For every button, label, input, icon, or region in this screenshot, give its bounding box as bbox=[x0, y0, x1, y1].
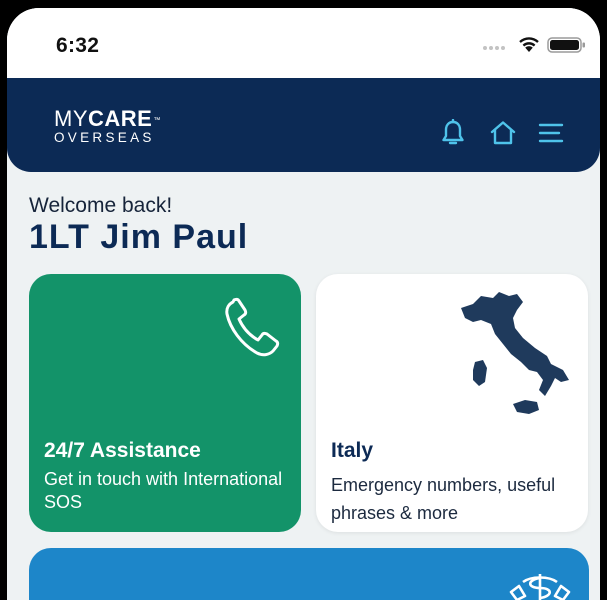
country-subtitle: Emergency numbers, useful phrases & more bbox=[331, 475, 556, 523]
assistance-title: 24/7 Assistance bbox=[44, 439, 201, 462]
status-bar: 6:32 bbox=[7, 8, 600, 78]
cellular-signal-icon bbox=[483, 46, 505, 50]
app-header: MYCARE™ OVERSEAS bbox=[7, 78, 600, 172]
welcome-greeting: Welcome back! bbox=[29, 194, 173, 217]
italy-map-icon bbox=[461, 292, 569, 414]
menu-icon bbox=[538, 123, 564, 143]
menu-button[interactable] bbox=[536, 118, 566, 148]
logo-care-text: CARE bbox=[88, 106, 153, 131]
assistance-card[interactable]: 24/7 Assistance Get in touch with Intern… bbox=[29, 274, 301, 532]
logo-trademark: ™ bbox=[153, 117, 161, 124]
phone-icon bbox=[225, 297, 280, 357]
logo-overseas-text: OVERSEAS bbox=[54, 130, 155, 145]
logo-my-text: MY bbox=[54, 106, 88, 131]
battery-icon bbox=[547, 37, 585, 53]
medical-caduceus-icon bbox=[509, 574, 571, 600]
status-time: 6:32 bbox=[56, 34, 100, 57]
user-name: 1LT Jim Paul bbox=[29, 218, 249, 256]
mycare-overseas-logo[interactable]: MYCARE™ OVERSEAS bbox=[54, 108, 161, 146]
home-icon bbox=[490, 121, 516, 145]
home-button[interactable] bbox=[488, 118, 518, 148]
notifications-button[interactable] bbox=[438, 118, 468, 148]
country-title: Italy bbox=[331, 439, 374, 462]
medical-card[interactable] bbox=[29, 548, 589, 600]
app-screen: 6:32 MYCARE™ OVERSEAS Welcome back! 1LT … bbox=[7, 8, 600, 600]
wifi-icon bbox=[519, 37, 539, 52]
country-card[interactable]: Italy Emergency numbers, useful phrases … bbox=[316, 274, 588, 532]
bell-icon bbox=[442, 119, 464, 145]
assistance-subtitle: Get in touch with International SOS bbox=[44, 469, 283, 512]
